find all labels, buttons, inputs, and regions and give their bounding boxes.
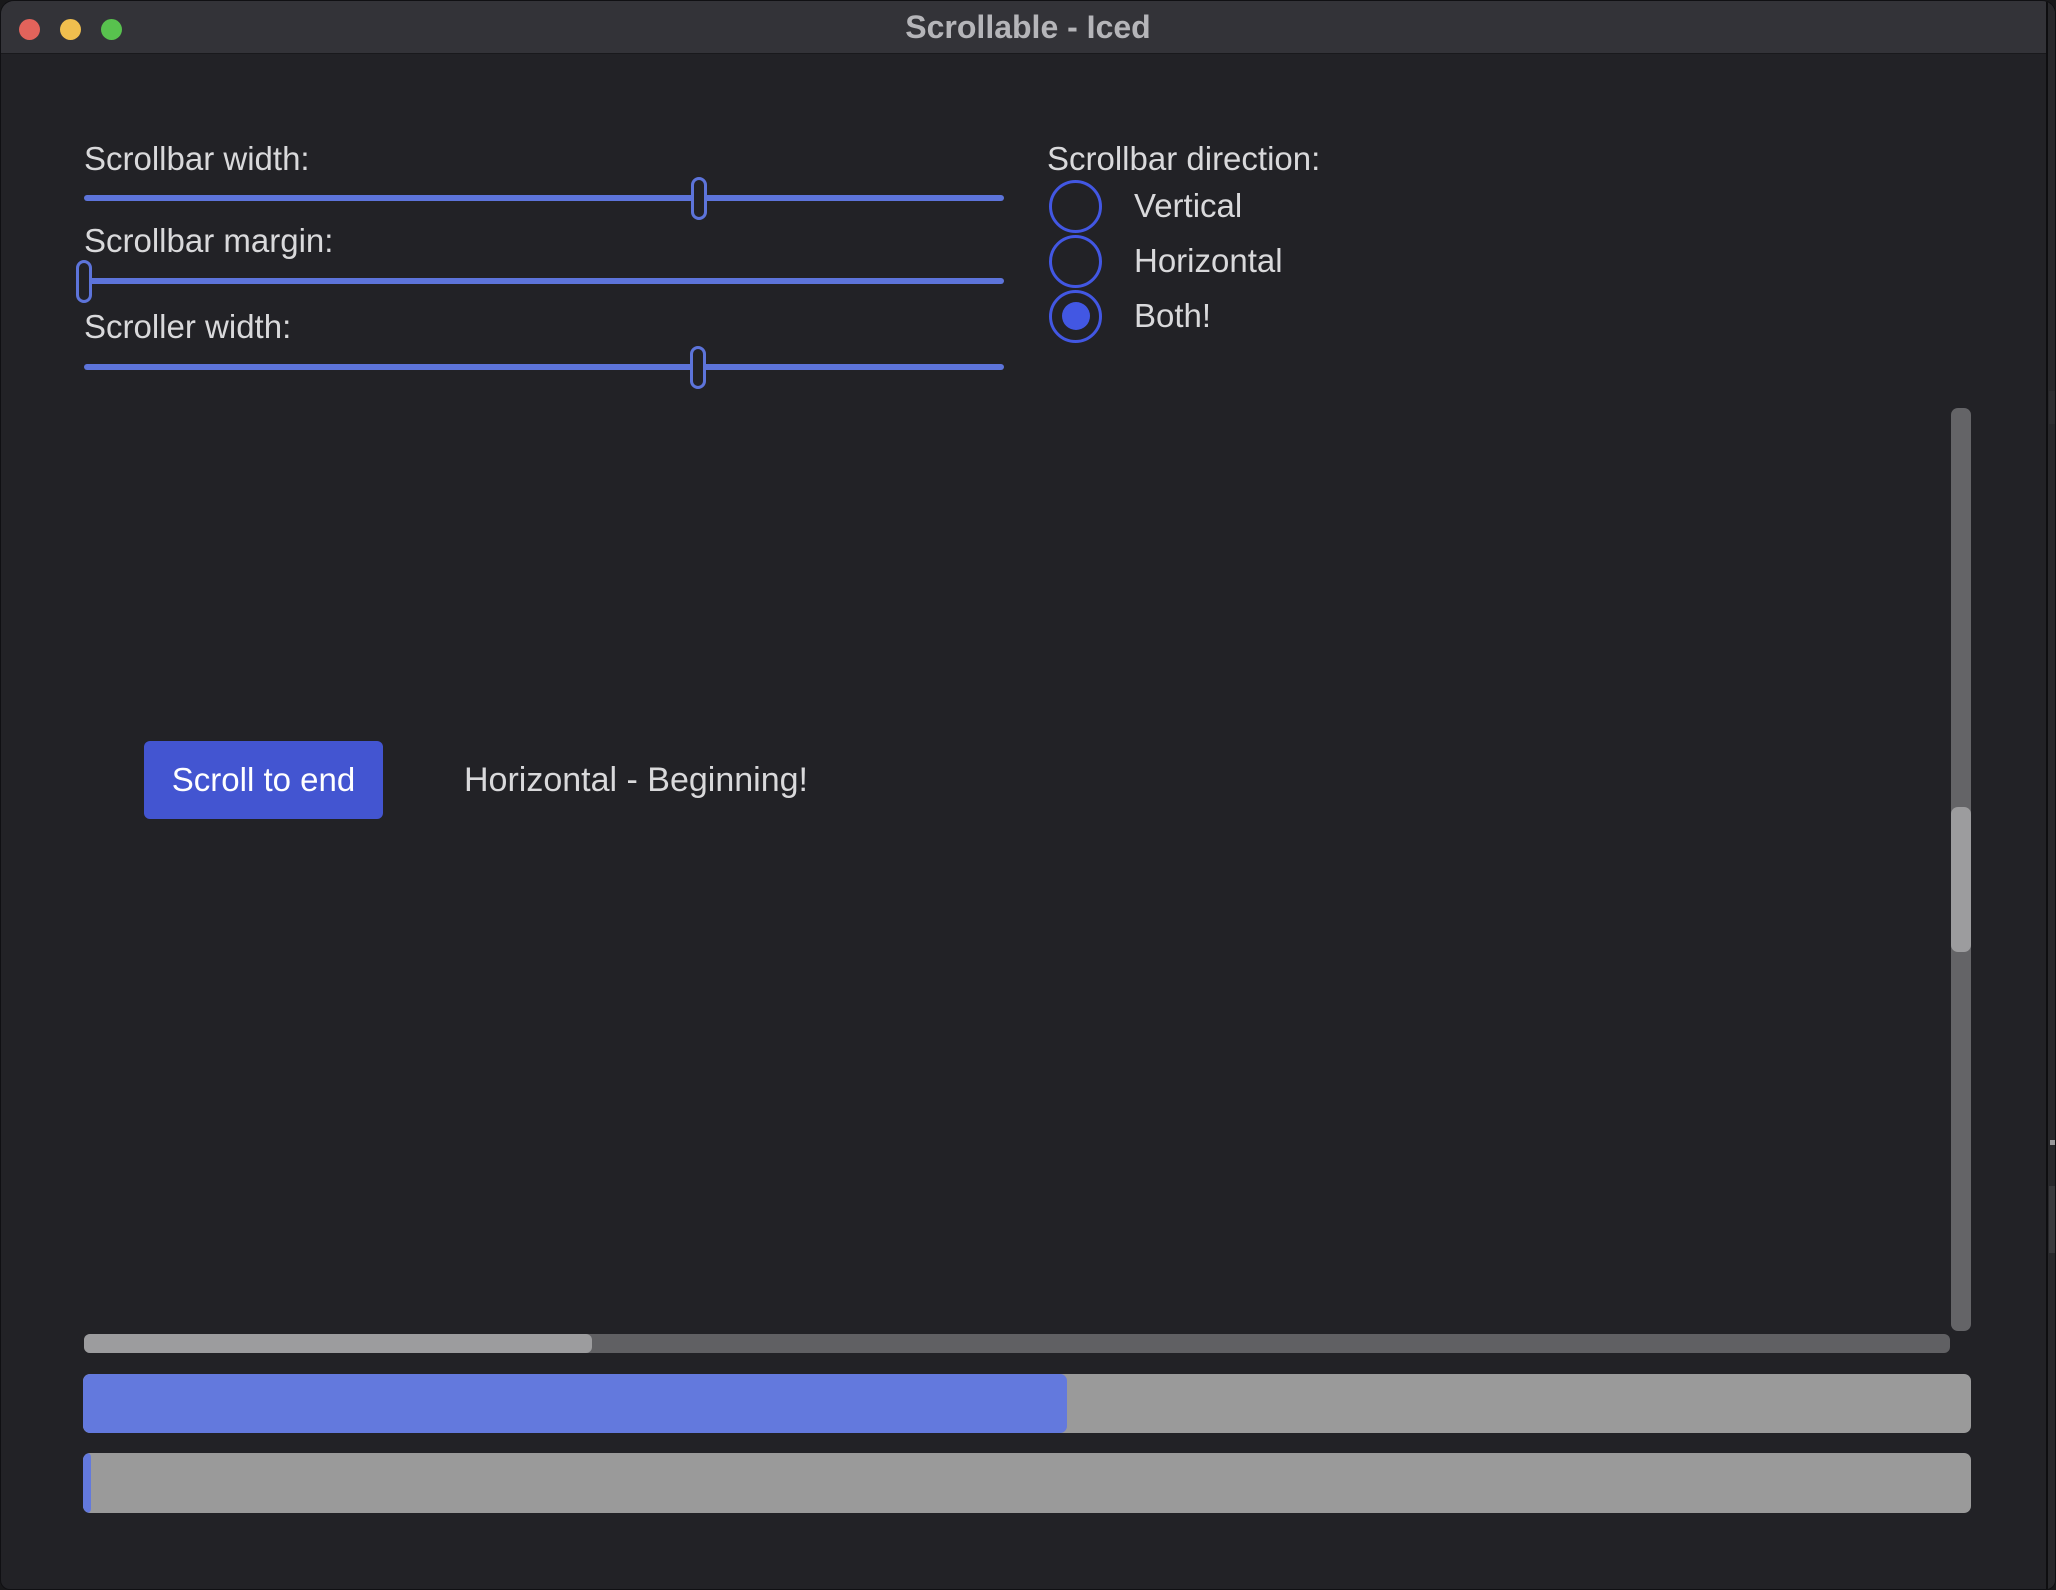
radio-option-horizontal[interactable]: Horizontal xyxy=(1047,234,1283,288)
radio-label: Both! xyxy=(1134,297,1211,335)
progress-fill xyxy=(83,1453,91,1513)
scroller-width-slider[interactable] xyxy=(84,346,1004,389)
slider-rail[interactable] xyxy=(84,364,1004,370)
scroll-status-text: Horizontal - Beginning! xyxy=(464,760,808,800)
radio-icon[interactable] xyxy=(1049,235,1102,288)
scroller-width-label: Scroller width: xyxy=(84,309,291,345)
scroll-to-end-button[interactable]: Scroll to end xyxy=(144,741,383,819)
slider-handle[interactable] xyxy=(76,260,92,303)
vertical-progress-bar xyxy=(83,1453,1971,1513)
vertical-scrollbar-rail[interactable] xyxy=(1951,408,1971,1331)
titlebar: Scrollable - Iced xyxy=(1,1,2055,54)
radio-icon[interactable] xyxy=(1049,290,1102,343)
edge-artifact xyxy=(2050,1140,2055,1145)
radio-option-vertical[interactable]: Vertical xyxy=(1047,179,1242,233)
slider-handle[interactable] xyxy=(691,177,707,220)
radio-dot xyxy=(1062,302,1090,330)
slider-rail[interactable] xyxy=(84,195,1004,201)
vertical-scroller[interactable] xyxy=(1951,807,1971,952)
app-window: Scrollable - Iced Scrollbar width: Scrol… xyxy=(0,0,2056,1590)
horizontal-scrollbar-rail[interactable] xyxy=(84,1334,1950,1353)
slider-rail[interactable] xyxy=(84,278,1004,284)
slider-handle[interactable] xyxy=(690,346,706,389)
scrollbar-margin-slider[interactable] xyxy=(84,260,1004,303)
horizontal-progress-bar xyxy=(83,1374,1971,1433)
scrollbar-direction-label: Scrollbar direction: xyxy=(1047,141,1320,177)
edge-artifact xyxy=(2049,1186,2056,1253)
radio-icon[interactable] xyxy=(1049,180,1102,233)
window-right-edge xyxy=(2046,1,2055,1589)
scrollbar-margin-label: Scrollbar margin: xyxy=(84,223,333,259)
horizontal-scroller[interactable] xyxy=(84,1334,592,1353)
scrollbar-width-label: Scrollbar width: xyxy=(84,141,310,177)
radio-option-both[interactable]: Both! xyxy=(1047,289,1211,343)
radio-label: Horizontal xyxy=(1134,242,1283,280)
edge-artifact xyxy=(2049,391,2056,424)
progress-fill xyxy=(83,1374,1067,1433)
window-title: Scrollable - Iced xyxy=(1,1,2055,54)
radio-label: Vertical xyxy=(1134,187,1242,225)
scrollbar-width-slider[interactable] xyxy=(84,177,1004,220)
